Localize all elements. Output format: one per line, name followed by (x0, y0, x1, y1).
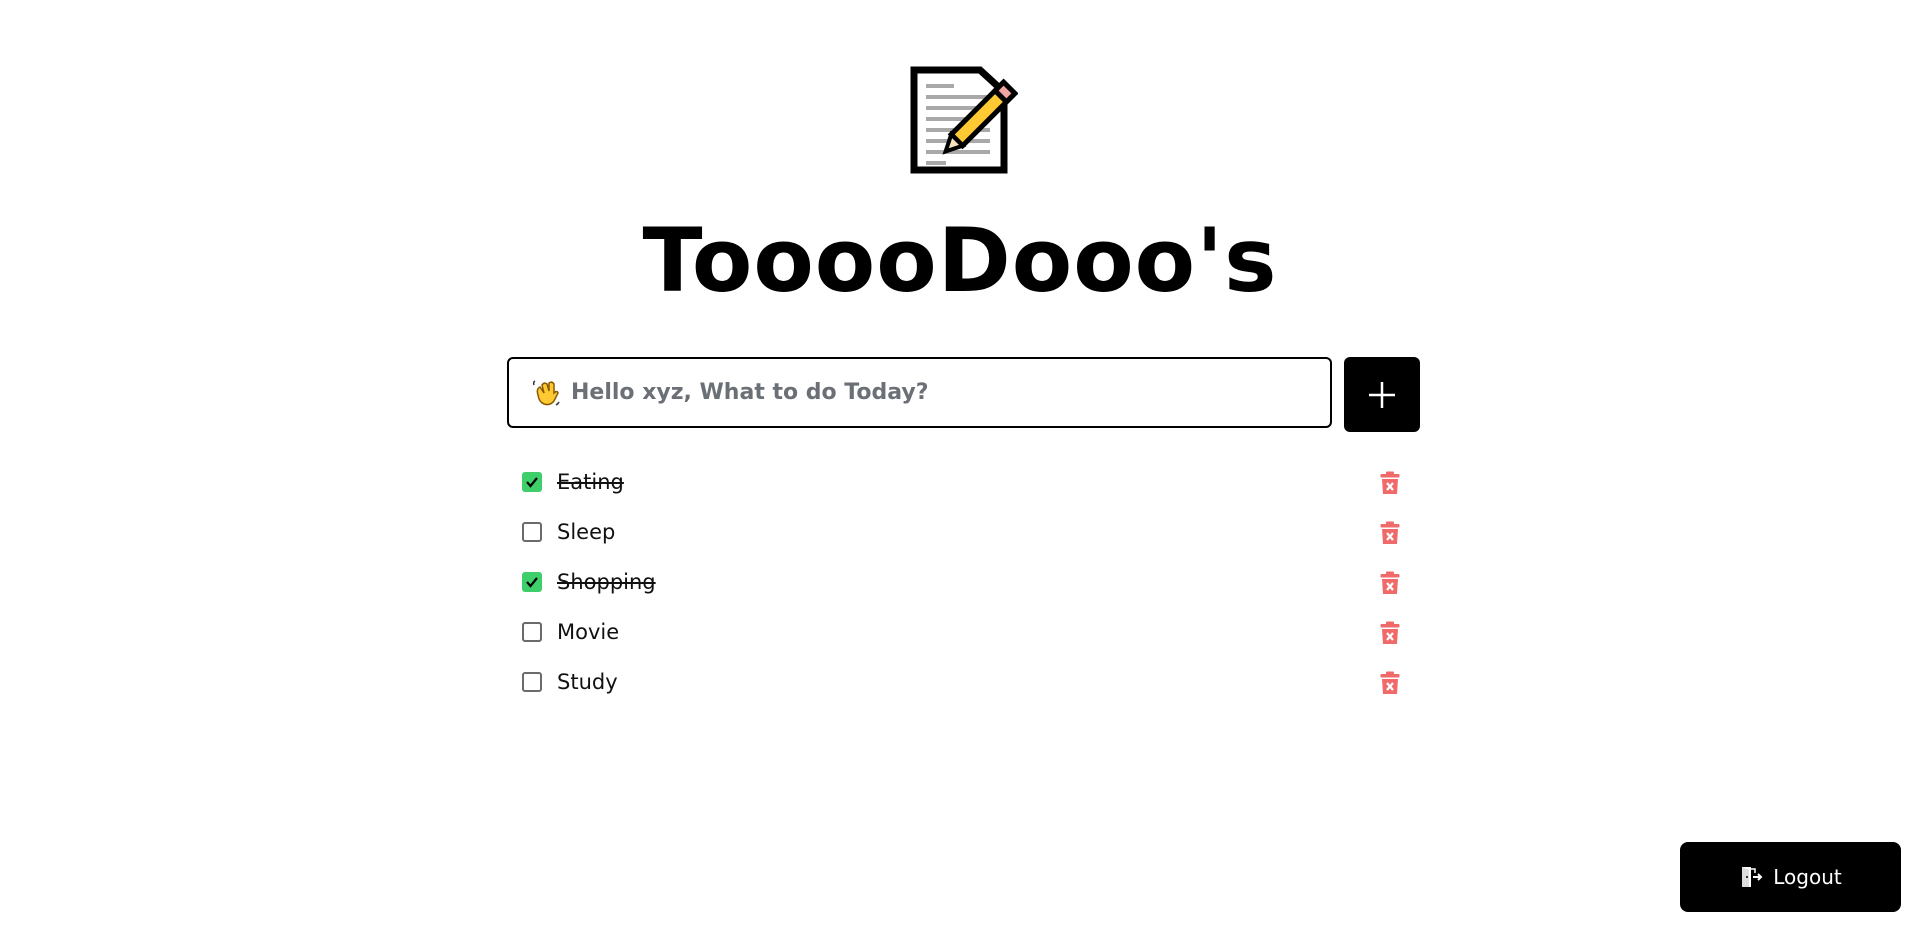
todo-app: TooooDooo's Eating Sleep (0, 0, 1920, 934)
logout-label: Logout (1773, 865, 1842, 889)
new-task-input[interactable] (569, 371, 1313, 414)
todo-item: Study (520, 657, 1400, 707)
trash-icon[interactable] (1378, 670, 1402, 696)
trash-icon[interactable] (1378, 620, 1402, 646)
todo-text: Shopping (557, 570, 656, 594)
todo-item: Eating (520, 457, 1400, 507)
todo-text: Movie (557, 620, 620, 644)
trash-icon[interactable] (1378, 470, 1402, 496)
trash-icon[interactable] (1378, 570, 1402, 596)
todo-text: Sleep (557, 520, 616, 544)
memo-pencil-icon (906, 66, 1019, 176)
todo-list: Eating Sleep Shopping Movie Study (520, 457, 1400, 707)
todo-text: Eating (557, 470, 624, 494)
new-task-field[interactable] (507, 357, 1332, 428)
waving-hand-icon (531, 378, 561, 408)
add-task-button[interactable] (1344, 357, 1420, 432)
app-title: TooooDooo's (642, 209, 1278, 312)
todo-checkbox[interactable] (522, 572, 542, 592)
todo-checkbox[interactable] (522, 522, 542, 542)
todo-checkbox[interactable] (522, 472, 542, 492)
todo-checkbox[interactable] (522, 672, 542, 692)
logout-button[interactable]: Logout (1680, 842, 1901, 912)
todo-checkbox[interactable] (522, 622, 542, 642)
plus-icon (1367, 380, 1397, 410)
door-exit-icon (1739, 865, 1763, 889)
todo-text: Study (557, 670, 618, 694)
todo-item: Shopping (520, 557, 1400, 607)
todo-item: Movie (520, 607, 1400, 657)
todo-item: Sleep (520, 507, 1400, 557)
trash-icon[interactable] (1378, 520, 1402, 546)
